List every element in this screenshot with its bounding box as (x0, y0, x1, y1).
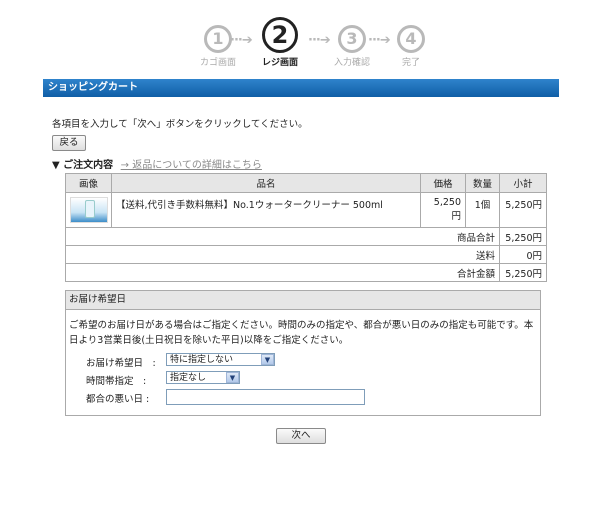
header-subtotal: 小計 (499, 173, 547, 193)
time-slot-label: 時間帯指定 : (86, 376, 147, 387)
summary-label: 合計金額 (65, 263, 500, 282)
product-image-cell (65, 192, 112, 228)
summary-label: 商品合計 (65, 227, 500, 246)
back-button[interactable]: 戻る (52, 135, 86, 151)
step-3-label: 入力確認 (333, 58, 370, 68)
step-2: 2 レジ画面 (250, 17, 310, 68)
table-header-row: 画像 品名 価格 数量 小計 (65, 173, 547, 193)
delivery-date-label: お届け希望日 : (86, 358, 156, 369)
header-price: 価格 (420, 173, 466, 193)
product-qty: 1個 (465, 192, 500, 228)
step-1-number: 1 (204, 25, 232, 53)
step-1-label: カゴ画面 (199, 58, 236, 68)
time-slot-select[interactable]: 指定なし ▼ (166, 371, 240, 384)
bad-day-label: 都合の悪い日 : (86, 394, 150, 405)
product-subtotal: 5,250円 (499, 192, 547, 228)
delivery-description: ご希望のお届け日がある場合はご指定ください。時間のみの指定や、都合が悪い日のみの… (69, 320, 534, 346)
summary-value: 0円 (499, 245, 547, 264)
table-row: 【送料,代引き手数料無料】No.1ウォータークリーナー 500ml 5,250円… (65, 192, 547, 228)
step-4: 4 完了 (381, 25, 441, 68)
bad-day-input[interactable] (166, 389, 365, 405)
delivery-date-value: 特に指定しない (170, 355, 234, 365)
chevron-down-icon[interactable]: ▼ (261, 354, 274, 365)
header-qty: 数量 (465, 173, 500, 193)
header-image: 画像 (65, 173, 112, 193)
summary-row: 送料 0円 (65, 245, 547, 264)
delivery-date-box: お届け希望日 ご希望のお届け日がある場合はご指定ください。時間のみの指定や、都合… (65, 290, 541, 416)
step-2-number: 2 (262, 17, 298, 53)
order-heading-text: ▼ ご注文内容 (52, 160, 114, 171)
step-arrow-icon: ···➔ (230, 33, 253, 48)
summary-label: 送料 (65, 245, 500, 264)
next-button[interactable]: 次へ (276, 428, 326, 444)
chevron-down-icon[interactable]: ▼ (226, 372, 239, 383)
product-image[interactable] (69, 197, 108, 223)
step-4-label: 完了 (401, 58, 420, 68)
delivery-title: お届け希望日 (66, 291, 540, 310)
product-name: 【送料,代引き手数料無料】No.1ウォータークリーナー 500ml (111, 192, 421, 228)
return-policy-link[interactable]: → 返品についての詳細はこちら (121, 160, 262, 171)
summary-value: 5,250円 (499, 263, 547, 282)
time-slot-value: 指定なし (170, 373, 207, 383)
delivery-date-select[interactable]: 特に指定しない ▼ (166, 353, 275, 366)
summary-row: 合計金額 5,250円 (65, 263, 547, 282)
summary-row: 商品合計 5,250円 (65, 227, 547, 246)
instruction-text: 各項目を入力して「次へ」ボタンをクリックしてください。 (52, 119, 308, 130)
shopping-cart-title-bar: ショッピングカート (43, 79, 559, 97)
step-4-number: 4 (397, 25, 425, 53)
order-section-heading: ▼ ご注文内容 → 返品についての詳細はこちら (52, 156, 262, 171)
step-2-label: レジ画面 (261, 58, 298, 68)
cart-table: 画像 品名 価格 数量 小計 【送料,代引き手数料無料】No.1ウォータークリー… (65, 173, 547, 282)
product-price: 5,250円 (420, 192, 466, 228)
step-3-number: 3 (338, 25, 366, 53)
summary-value: 5,250円 (499, 227, 547, 246)
header-name: 品名 (111, 173, 421, 193)
